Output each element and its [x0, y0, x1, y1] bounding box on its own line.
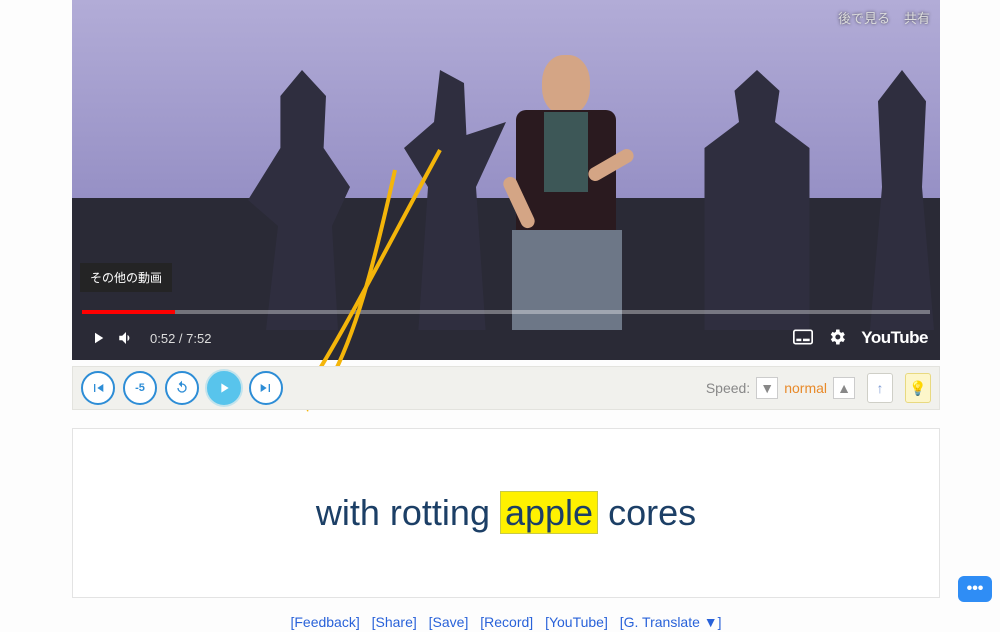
watch-later-label[interactable]: 後で見る: [838, 8, 890, 27]
subtitle-text: with rotting apple cores: [316, 492, 696, 534]
play-sentence-button[interactable]: [207, 371, 241, 405]
chat-fab-button[interactable]: •••: [958, 576, 992, 602]
silhouette: [682, 70, 832, 330]
progress-bar[interactable]: [82, 310, 930, 314]
video-scene: [72, 0, 940, 360]
speed-up-button[interactable]: ▲: [833, 377, 855, 399]
speed-control: Speed: ▼ normal ▲ ↑ 💡: [706, 373, 931, 403]
speed-down-button[interactable]: ▼: [756, 377, 778, 399]
progress-done: [82, 310, 175, 314]
volume-icon[interactable]: [112, 329, 140, 347]
more-videos-button[interactable]: その他の動画: [80, 263, 172, 292]
youtube-logo[interactable]: YouTube: [861, 328, 928, 348]
captions-icon[interactable]: [793, 329, 813, 348]
hint-bulb-button[interactable]: 💡: [905, 373, 931, 403]
speed-label: Speed:: [706, 380, 750, 396]
youtube-control-bar: 0:52 / 7:52 YouTube: [72, 316, 940, 360]
back-5-button[interactable]: -5: [123, 371, 157, 405]
footer-gtranslate[interactable]: [G. Translate ▼]: [620, 614, 722, 630]
silhouette: [242, 70, 362, 330]
subtitle-pre: with rotting: [316, 492, 500, 533]
silhouette: [862, 70, 940, 330]
footer-links: [Feedback] [Share] [Save] [Record] [YouT…: [72, 614, 940, 630]
time-total: 7:52: [186, 331, 211, 346]
time-separator: /: [175, 331, 186, 346]
next-sentence-button[interactable]: [249, 371, 283, 405]
footer-save[interactable]: [Save]: [429, 614, 469, 630]
video-player[interactable]: 後で見る 共有 その他の動画 0:52 / 7:52 YouTube: [72, 0, 940, 360]
scroll-top-button[interactable]: ↑: [867, 373, 893, 403]
prev-sentence-button[interactable]: [81, 371, 115, 405]
custom-controls-bar: -5 Speed: ▼ normal ▲ ↑ 💡: [72, 366, 940, 410]
share-label[interactable]: 共有: [904, 8, 930, 27]
repeat-button[interactable]: [165, 371, 199, 405]
minus5-label: -5: [135, 382, 145, 394]
video-time: 0:52 / 7:52: [150, 331, 211, 346]
subtitle-card: with rotting apple cores: [72, 428, 940, 598]
settings-icon[interactable]: [827, 327, 847, 350]
video-top-tags: 後で見る 共有: [838, 8, 930, 27]
speaker-figure: [482, 50, 652, 330]
time-current: 0:52: [150, 331, 175, 346]
footer-share[interactable]: [Share]: [372, 614, 417, 630]
subtitle-post: cores: [598, 492, 696, 533]
play-icon[interactable]: [84, 329, 112, 347]
subtitle-highlight[interactable]: apple: [500, 491, 598, 534]
footer-feedback[interactable]: [Feedback]: [290, 614, 359, 630]
speed-value: normal: [784, 380, 827, 396]
footer-record[interactable]: [Record]: [480, 614, 533, 630]
footer-youtube[interactable]: [YouTube]: [545, 614, 608, 630]
